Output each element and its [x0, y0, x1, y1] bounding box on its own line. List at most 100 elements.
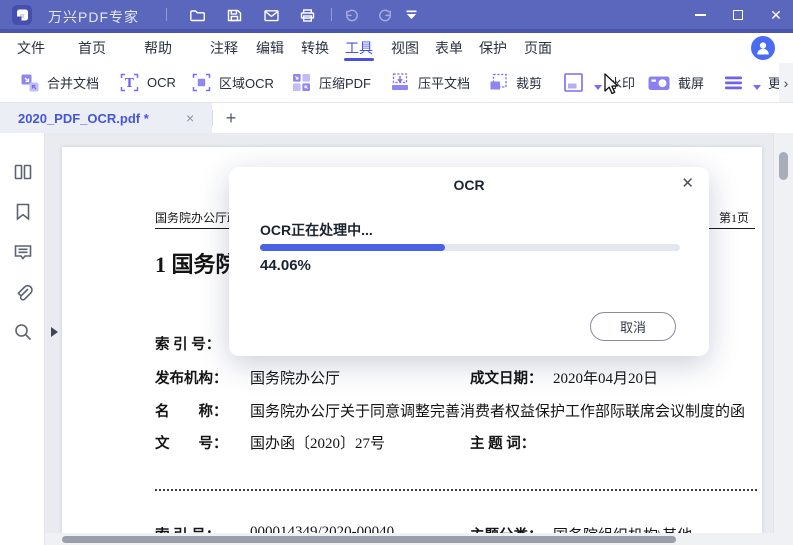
tool-label: 区域OCR — [219, 76, 274, 91]
compress-pdf-icon — [293, 74, 310, 91]
horizontal-scrollbar[interactable] — [45, 533, 793, 545]
area-ocr-icon — [192, 73, 211, 92]
more-lines-icon — [725, 76, 742, 89]
ocr-icon: T — [120, 73, 139, 92]
doc-field-row: 发布机构： 国务院办公厅 成文日期： 2020年04月20日 — [155, 371, 659, 387]
ocr-status-text: OCR正在处理中... — [260, 222, 373, 238]
titlebar-separator — [166, 8, 167, 21]
toolbar-overflow-button[interactable]: › — [779, 63, 793, 102]
print-icon — [300, 8, 314, 22]
minimize-button[interactable] — [683, 0, 717, 29]
tool-crop[interactable]: 裁剪 — [488, 63, 542, 102]
tab-separator — [212, 110, 213, 126]
mail-icon — [263, 9, 279, 21]
cancel-button[interactable]: 取消 — [590, 312, 676, 341]
save-button[interactable] — [225, 6, 243, 24]
close-window-button[interactable]: ✕ — [759, 0, 793, 29]
horizontal-scrollbar-thumb[interactable] — [62, 535, 676, 543]
titlebar: 万兴PDF专家 ✕ — [0, 0, 793, 33]
open-folder-icon — [189, 9, 205, 21]
tab-close-icon[interactable]: × — [186, 110, 194, 126]
titlebar-separator — [331, 8, 332, 21]
doc-field-row: 索 引 号： 000014349/2020-00040 主题分类： 国务院组织机… — [155, 524, 692, 533]
tool-watermark[interactable]: 水印 — [562, 63, 635, 102]
page-thumbnails-icon — [14, 164, 32, 180]
dialog-title: OCR — [453, 177, 485, 193]
doc-header-left: 国务院办公厅政 — [155, 211, 240, 225]
bookmarks-icon — [16, 203, 30, 221]
tool-label: 截屏 — [678, 76, 705, 91]
expand-left-panel-handle[interactable] — [51, 327, 58, 337]
menu-file[interactable]: 文件 — [17, 33, 45, 63]
doc-heading: 1 国务院 — [155, 252, 238, 277]
minimize-icon — [694, 13, 706, 16]
menu-page[interactable]: 页面 — [524, 33, 552, 63]
search-panel-button[interactable] — [12, 321, 34, 343]
toolbar: 合并文档 T OCR 区域OCR 压缩PDF 压平文档 裁剪 水印 截屏 › — [0, 63, 793, 103]
redo-button[interactable] — [376, 6, 394, 24]
tool-label: 压平文档 — [418, 76, 471, 91]
menu-form[interactable]: 表单 — [435, 33, 463, 63]
progress-percent: 44.06% — [260, 257, 311, 274]
collapse-toolbar-button[interactable] — [402, 6, 420, 24]
menu-convert[interactable]: 转换 — [301, 33, 329, 63]
active-menu-underline — [344, 58, 374, 61]
doc-field-row: 文 号： 国办函〔2020〕27号 主 题 词： — [155, 436, 536, 452]
ocr-dialog: OCR ✕ OCR正在处理中... 44.06% 取消 — [229, 167, 709, 356]
progress-bar-fill — [260, 244, 446, 251]
mouse-cursor — [602, 72, 621, 102]
attachments-panel-button[interactable] — [12, 283, 34, 305]
document-tab[interactable]: 2020_PDF_OCR.pdf * × — [0, 103, 212, 133]
menu-edit[interactable]: 编辑 — [256, 33, 284, 63]
tool-merge-documents[interactable]: 合并文档 — [20, 63, 99, 102]
left-sidebar — [0, 133, 45, 545]
bookmarks-panel-button[interactable] — [12, 201, 34, 223]
menu-home[interactable]: 首页 — [78, 33, 106, 63]
tool-ocr[interactable]: T OCR — [119, 63, 176, 102]
tabbar: 2020_PDF_OCR.pdf * × + — [0, 103, 793, 133]
app-logo-icon — [12, 5, 32, 25]
print-button[interactable] — [298, 6, 316, 24]
vertical-scrollbar-thumb[interactable] — [779, 152, 788, 180]
progress-bar-track — [260, 244, 680, 251]
open-folder-button[interactable] — [188, 6, 206, 24]
comments-icon — [14, 245, 32, 260]
doc-page-number: 第1页 — [719, 211, 750, 225]
redo-icon — [378, 9, 391, 21]
vertical-scrollbar[interactable] — [773, 133, 793, 533]
tool-area-ocr[interactable]: 区域OCR — [191, 63, 274, 102]
tool-label: 压缩PDF — [319, 76, 372, 91]
cancel-button-label: 取消 — [619, 320, 646, 335]
mail-button[interactable] — [262, 6, 280, 24]
tool-label: OCR — [147, 75, 176, 90]
tool-flatten-document[interactable]: 压平文档 — [389, 63, 470, 102]
merge-documents-icon — [21, 74, 39, 91]
menu-protect[interactable]: 保护 — [479, 33, 507, 63]
dropdown-caret-icon — [594, 85, 602, 90]
tab-title: 2020_PDF_OCR.pdf * — [18, 110, 149, 126]
close-icon: ✕ — [770, 6, 782, 23]
menu-view[interactable]: 视图 — [391, 33, 419, 63]
maximize-icon — [733, 9, 743, 20]
menu-comment[interactable]: 注释 — [210, 33, 238, 63]
collapse-toolbar-icon — [406, 10, 416, 19]
menu-help[interactable]: 帮助 — [144, 33, 172, 63]
dialog-close-icon[interactable]: ✕ — [681, 174, 694, 192]
undo-button[interactable] — [342, 6, 360, 24]
screenshot-icon — [648, 76, 670, 90]
flatten-document-icon — [392, 73, 408, 90]
new-tab-button[interactable]: + — [218, 103, 244, 133]
tool-screenshot[interactable]: 截屏 — [647, 63, 704, 102]
thumbnails-panel-button[interactable] — [12, 161, 34, 183]
maximize-button[interactable] — [721, 0, 755, 29]
person-icon — [757, 42, 769, 55]
doc-field-row: 名 称： 国务院办公厅关于同意调整完善消费者权益保护工作部际联席会议制度的函 — [155, 404, 746, 420]
crop-icon — [490, 73, 507, 90]
tool-compress-pdf[interactable]: 压缩PDF — [291, 63, 371, 102]
comments-panel-button[interactable] — [12, 241, 34, 263]
app-title: 万兴PDF专家 — [48, 9, 139, 25]
undo-icon — [345, 9, 358, 21]
tool-label: 合并文档 — [47, 76, 100, 91]
user-avatar[interactable] — [751, 36, 775, 60]
save-icon — [227, 9, 241, 21]
